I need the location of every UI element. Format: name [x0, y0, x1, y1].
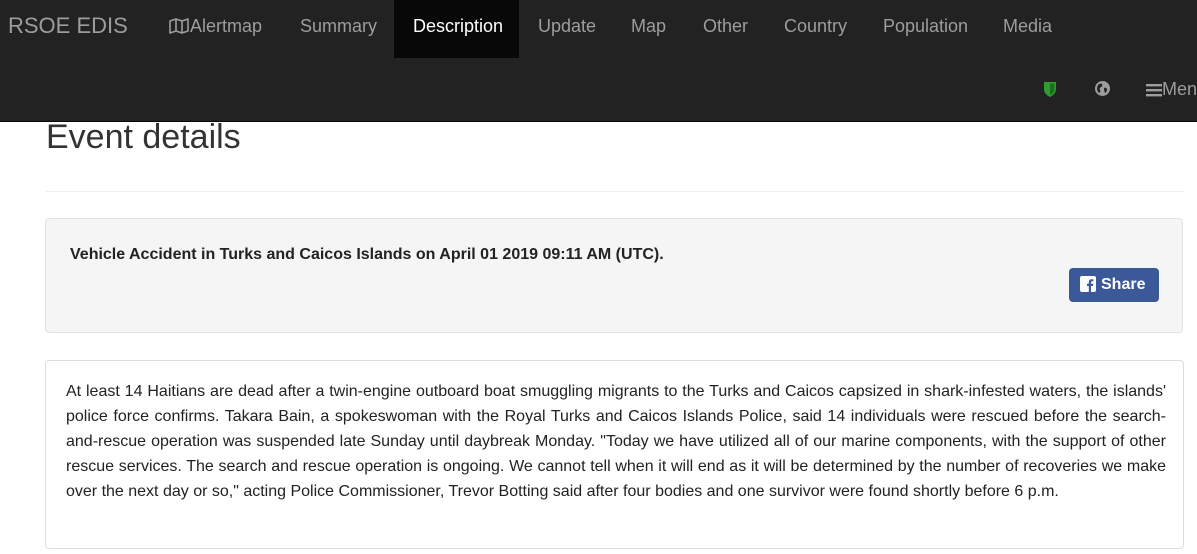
- shield-icon: [1042, 80, 1058, 98]
- event-description: At least 14 Haitians are dead after a tw…: [66, 383, 1166, 500]
- nav-media[interactable]: Media: [1003, 0, 1052, 58]
- share-button-label: Share: [1101, 276, 1146, 293]
- nav-globe-button[interactable]: [1094, 78, 1111, 100]
- page-title: Event details: [46, 118, 241, 156]
- nav-alertmap[interactable]: Alertmap: [156, 0, 274, 58]
- nav-menu-button[interactable]: Menu: [1146, 78, 1197, 100]
- nav-alertmap-label: Alertmap: [190, 16, 263, 36]
- globe-icon: [1094, 80, 1111, 97]
- event-title: Vehicle Accident in Turks and Caicos Isl…: [70, 246, 664, 263]
- menu-bars-icon: [1146, 83, 1162, 97]
- map-icon: [168, 17, 190, 35]
- header-divider: [46, 191, 1184, 192]
- facebook-icon: [1080, 271, 1096, 305]
- nav-shield-button[interactable]: [1042, 78, 1058, 100]
- nav-map[interactable]: Map: [631, 0, 666, 58]
- event-title-well: Vehicle Accident in Turks and Caicos Isl…: [45, 218, 1183, 333]
- nav-update[interactable]: Update: [538, 0, 596, 58]
- nav-description[interactable]: Description: [394, 0, 519, 58]
- nav-population[interactable]: Population: [883, 0, 968, 58]
- nav-other[interactable]: Other: [703, 0, 748, 58]
- facebook-share-button[interactable]: Share: [1069, 268, 1159, 302]
- nav-summary[interactable]: Summary: [300, 0, 377, 58]
- event-description-panel: At least 14 Haitians are dead after a tw…: [45, 360, 1184, 549]
- brand-link[interactable]: RSOE EDIS: [8, 12, 128, 40]
- nav-menu-label: Menu: [1162, 79, 1197, 99]
- nav-country[interactable]: Country: [784, 0, 847, 58]
- top-navbar: RSOE EDIS Alertmap Summary Description U…: [0, 0, 1197, 122]
